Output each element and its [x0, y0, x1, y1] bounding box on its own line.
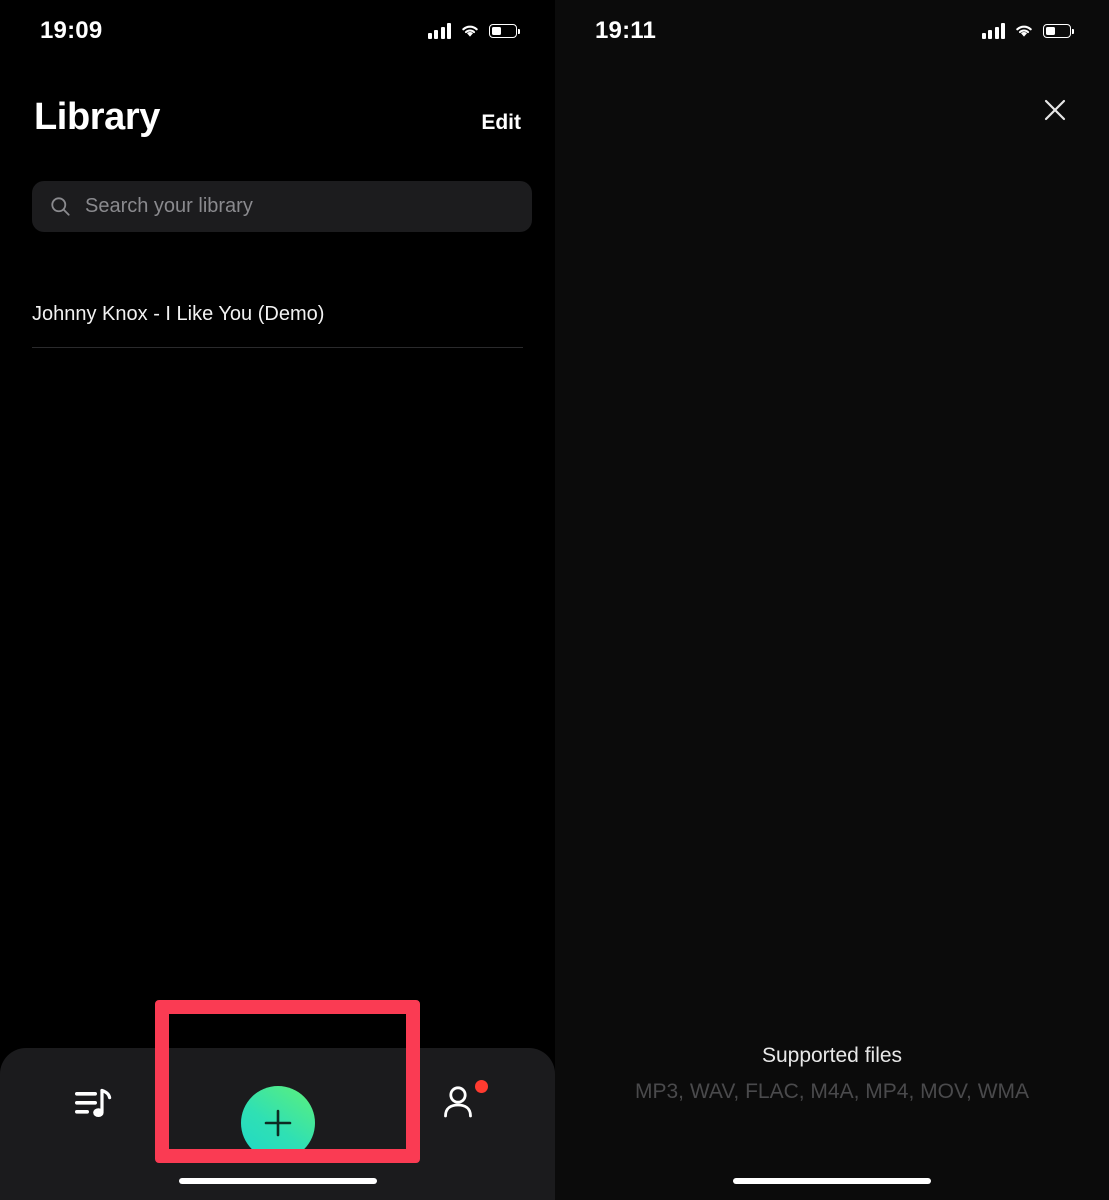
tab-bar — [0, 1048, 555, 1200]
battery-icon — [1043, 24, 1074, 38]
playlist-music-icon — [74, 1088, 111, 1117]
home-indicator[interactable] — [733, 1178, 931, 1184]
track-title: Johnny Knox - I Like You (Demo) — [32, 303, 325, 325]
wifi-icon — [462, 25, 478, 37]
wifi-icon — [1016, 25, 1032, 37]
search-input[interactable]: Search your library — [32, 181, 532, 232]
supported-files-footer: Supported files MP3, WAV, FLAC, M4A, MP4… — [555, 1044, 1109, 1104]
close-button[interactable] — [1035, 90, 1075, 130]
plus-icon — [264, 1109, 291, 1137]
new-song-screen: 19:11 New song — [555, 0, 1109, 1200]
battery-icon — [489, 24, 520, 38]
status-time: 19:11 — [595, 17, 657, 44]
person-icon — [443, 1086, 472, 1118]
tab-library[interactable] — [38, 1064, 148, 1144]
supported-files-title: Supported files — [761, 1044, 903, 1067]
add-button[interactable] — [240, 1086, 315, 1160]
signal-bars-icon — [427, 23, 451, 39]
signal-bars-icon — [981, 23, 1005, 39]
list-item[interactable]: Johnny Knox - I Like You (Demo) — [32, 282, 523, 348]
status-bar-left: 19:09 — [0, 0, 555, 62]
page-title: Library — [34, 96, 161, 138]
search-icon — [51, 197, 70, 216]
status-time: 19:09 — [40, 17, 103, 44]
screenshot-pair: 19:09 Library Edit Search your library J… — [0, 0, 1109, 1200]
notification-badge — [474, 1080, 488, 1093]
status-icons — [427, 23, 520, 39]
status-bar-right: 19:11 — [555, 0, 1109, 62]
search-placeholder: Search your library — [85, 195, 253, 217]
supported-files-list: MP3, WAV, FLAC, M4A, MP4, MOV, WMA — [634, 1080, 1030, 1103]
library-header: Library Edit — [34, 96, 521, 139]
close-icon — [1044, 99, 1066, 121]
tab-profile[interactable] — [408, 1064, 518, 1144]
library-screen: 19:09 Library Edit Search your library J… — [0, 0, 555, 1200]
home-indicator[interactable] — [178, 1178, 377, 1184]
status-icons — [981, 23, 1074, 39]
edit-button[interactable]: Edit — [481, 111, 521, 135]
